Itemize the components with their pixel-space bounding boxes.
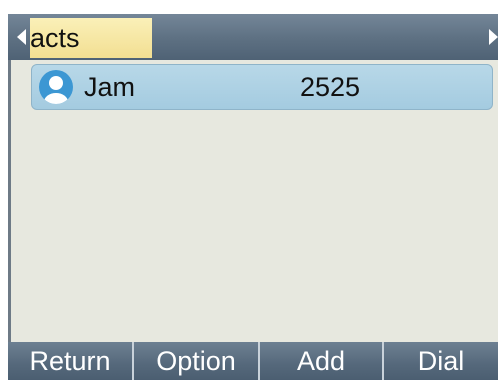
contact-row[interactable]: Jam 2525	[31, 64, 493, 110]
return-button[interactable]: Return	[8, 342, 134, 380]
person-avatar-icon	[38, 69, 74, 105]
contact-list: Jam 2525	[8, 60, 498, 342]
contact-name: Jam	[84, 72, 136, 102]
add-button[interactable]: Add	[260, 342, 384, 380]
right-arrow-icon[interactable]	[489, 29, 498, 45]
phone-screen: acts Jam 2525 Return Option Add Dial	[8, 14, 498, 380]
title-bar: acts	[8, 14, 498, 60]
page-title: acts	[30, 23, 80, 53]
left-arrow-icon[interactable]	[17, 29, 26, 45]
title-highlight: acts	[30, 18, 152, 58]
option-button[interactable]: Option	[134, 342, 260, 380]
softkey-bar: Return Option Add Dial	[8, 342, 498, 380]
dial-button[interactable]: Dial	[384, 342, 498, 380]
contact-number: 2525	[300, 72, 361, 102]
